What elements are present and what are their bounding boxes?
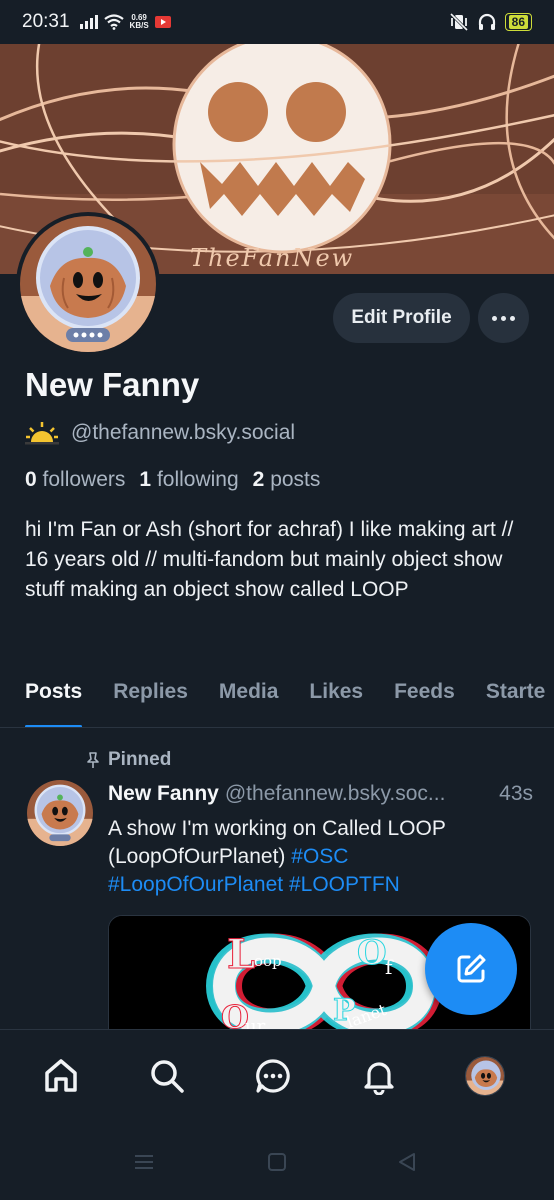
post-timestamp[interactable]: 43s (499, 782, 533, 806)
post-author-avatar[interactable] (27, 780, 93, 846)
compose-post-button[interactable] (425, 923, 517, 1015)
back-icon[interactable] (396, 1151, 418, 1173)
post-author-name[interactable]: New Fanny (108, 782, 219, 806)
tab-feeds[interactable]: Feeds (394, 668, 455, 727)
profile-bio: hi I'm Fan or Ash (short for achraf) I l… (25, 518, 514, 601)
post-text: A show I'm working on Called LOOP (LoopO… (108, 817, 446, 896)
battery-indicator: 86 (504, 13, 532, 31)
tab-replies[interactable]: Replies (113, 668, 188, 727)
svg-text:L: L (227, 931, 255, 978)
more-icon (492, 315, 497, 321)
nav-home[interactable] (39, 1054, 83, 1098)
nav-chat[interactable] (251, 1054, 295, 1098)
signal-icon (79, 15, 98, 29)
youtube-notification-icon (154, 16, 171, 28)
status-indicators: 0.69 KB/S (79, 13, 171, 30)
profile-handle[interactable]: @thefannew.bsky.social (71, 421, 295, 445)
recents-icon[interactable] (133, 1152, 155, 1172)
edit-profile-button[interactable]: Edit Profile (333, 293, 470, 343)
vibrate-off-icon (449, 12, 468, 32)
profile-stats: 0 followers 1 following 2 posts (25, 468, 320, 492)
avatar-image (20, 216, 156, 352)
profile-avatar[interactable] (16, 212, 160, 356)
post-header: New Fanny @thefannew.bsky.soc... 43s (108, 782, 533, 806)
hashtag-osc[interactable]: #OSC (291, 845, 348, 868)
search-icon (151, 1060, 184, 1093)
nav-profile-avatar (465, 1056, 505, 1096)
nav-profile[interactable] (463, 1054, 507, 1098)
post-author-handle[interactable]: @thefannew.bsky.soc... (225, 782, 446, 806)
tab-likes[interactable]: Likes (309, 668, 363, 727)
tab-starter-packs[interactable]: Starte (486, 668, 546, 727)
status-bar: 20:31 0.69 KB/S 86 (0, 0, 554, 44)
hashtag-loopofourplanet[interactable]: #LoopOfOurPlanet (108, 873, 283, 896)
svg-text:oop: oop (254, 952, 282, 970)
following-link[interactable]: 1 following (139, 468, 238, 492)
tab-posts[interactable]: Posts (25, 668, 83, 727)
svg-text:O: O (357, 933, 387, 973)
wifi-icon (103, 14, 124, 30)
more-options-button[interactable] (478, 293, 529, 343)
pin-icon (87, 752, 99, 768)
home-icon (45, 1059, 77, 1092)
banner-signature: TheFanNew (190, 244, 354, 272)
status-right: 86 (449, 12, 532, 32)
system-navigation-bar (0, 1140, 554, 1188)
status-time: 20:31 (22, 11, 70, 32)
followers-link[interactable]: 0 followers (25, 468, 125, 492)
profile-display-name: New Fanny (25, 366, 200, 403)
home-button-icon[interactable] (267, 1152, 287, 1172)
compose-icon (457, 954, 486, 983)
posts-count: 2 posts (252, 468, 321, 491)
nav-search[interactable] (145, 1054, 189, 1098)
pinned-indicator: Pinned (84, 749, 171, 771)
sun-emoji-icon (25, 422, 59, 445)
profile-tabs: Posts Replies Media Likes Feeds Starte (0, 668, 554, 728)
tab-media[interactable]: Media (219, 668, 279, 727)
profile-handle-row: @thefannew.bsky.social (25, 420, 295, 446)
bell-icon (364, 1062, 394, 1095)
nav-notifications[interactable] (357, 1054, 401, 1098)
chat-icon (256, 1059, 290, 1093)
headphones-icon (478, 13, 495, 30)
net-speed: 0.69 KB/S (129, 13, 149, 30)
battery-level: 86 (508, 15, 528, 29)
hashtag-looptfn[interactable]: #LOOPTFN (289, 873, 400, 896)
pinned-label: Pinned (108, 749, 172, 770)
